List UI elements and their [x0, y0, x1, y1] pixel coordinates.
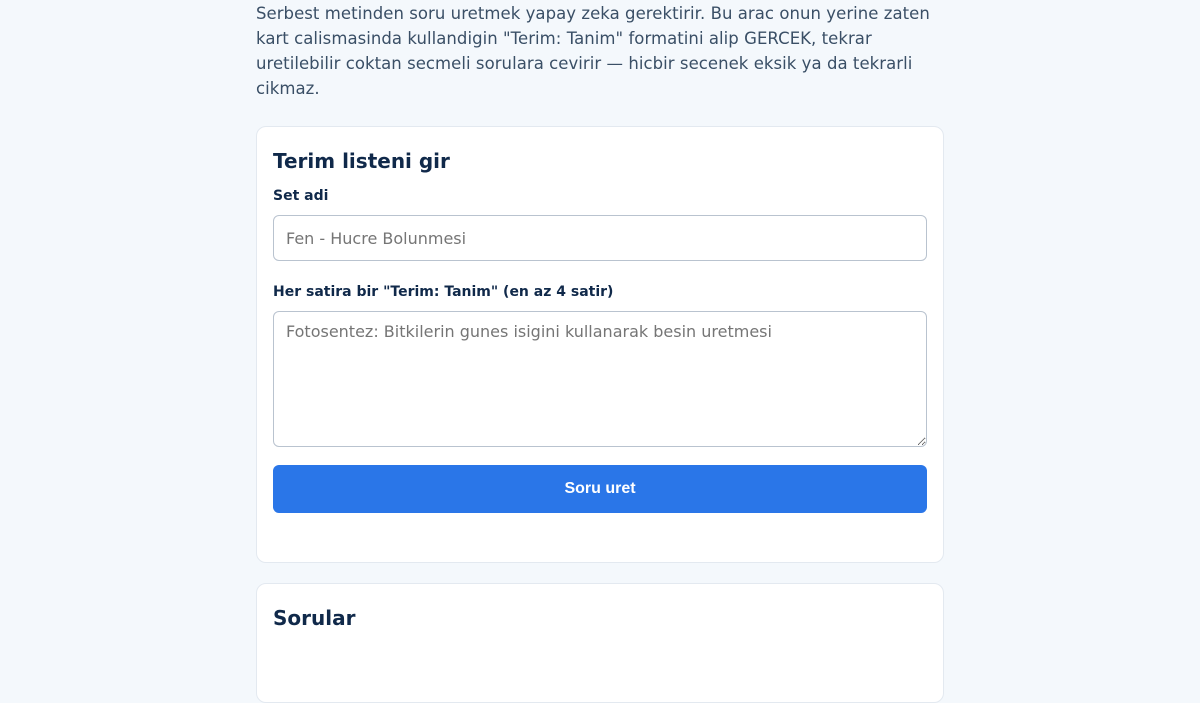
main-content: Serbest metinden soru uretmek yapay zeka…	[256, 0, 944, 703]
terms-textarea[interactable]	[273, 311, 927, 447]
questions-card-title: Sorular	[273, 606, 356, 630]
questions-card: Sorular	[256, 583, 944, 703]
intro-text: Serbest metinden soru uretmek yapay zeka…	[256, 4, 930, 98]
input-card-title: Terim listeni gir	[273, 149, 450, 173]
term-input-card: Terim listeni gir Set adi Her satira bir…	[256, 126, 944, 563]
set-name-label: Set adi	[273, 188, 329, 204]
generate-questions-button[interactable]: Soru uret	[273, 465, 927, 513]
set-name-input[interactable]	[273, 215, 927, 261]
terms-label: Her satira bir "Terim: Tanim" (en az 4 s…	[273, 284, 614, 300]
